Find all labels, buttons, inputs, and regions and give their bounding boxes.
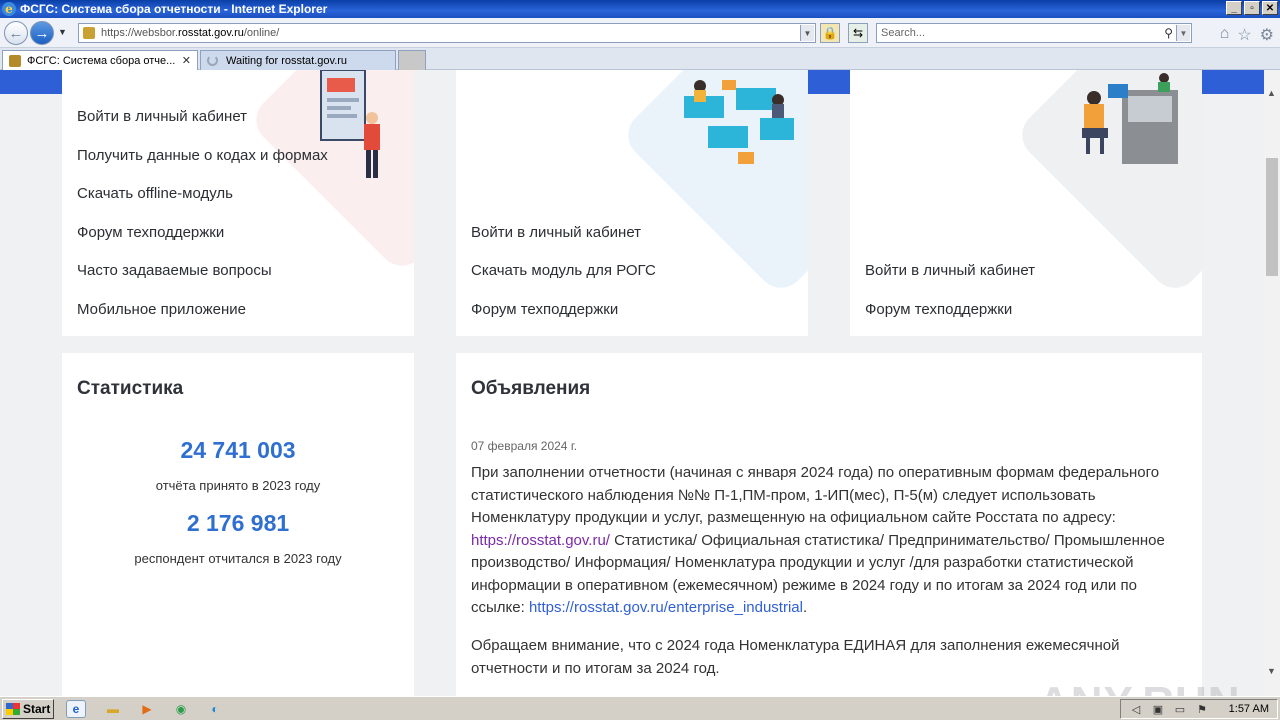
favorites-star-icon[interactable]: ☆: [1237, 25, 1251, 45]
settings-gear-icon[interactable]: ⚙: [1260, 25, 1274, 45]
card1-link-offline[interactable]: Скачать offline-модуль: [77, 185, 233, 202]
card-header-strip: [1202, 70, 1264, 94]
card2-link-download[interactable]: Скачать модуль для РОГС: [471, 262, 656, 279]
volume-icon[interactable]: ◁: [1129, 703, 1143, 716]
site-favicon-icon: [9, 54, 21, 67]
person-at-board-illustration: [320, 70, 380, 178]
system-tray: ◁ ▣ ▭ ⚑ 1:57 AM: [1120, 699, 1278, 719]
window-title: ФСГС: Система сбора отчетности - Interne…: [20, 2, 328, 16]
scroll-down-icon[interactable]: ▼: [1267, 666, 1276, 676]
reports-count: 24 741 003: [180, 437, 296, 463]
lock-icon[interactable]: 🔒: [820, 23, 840, 43]
card1-link-forum[interactable]: Форум техподдержки: [77, 224, 224, 241]
enterprise-industrial-link[interactable]: https://rosstat.gov.ru/enterprise_indust…: [529, 599, 803, 616]
explorer-folder-icon[interactable]: ▬: [103, 700, 123, 718]
minimize-button[interactable]: _: [1226, 1, 1242, 15]
close-window-button[interactable]: ✕: [1262, 1, 1278, 15]
tab-label: Waiting for rosstat.gov.ru: [226, 54, 348, 67]
edge-icon[interactable]: ◐: [205, 700, 225, 718]
system-clock[interactable]: 1:57 AM: [1229, 703, 1269, 715]
ie-logo-icon: e: [2, 2, 16, 16]
url-text: https://websbor.rosstat.gov.ru/online/: [101, 27, 280, 39]
arrow-left-icon: ←: [8, 24, 24, 42]
media-player-icon[interactable]: ▶: [137, 700, 157, 718]
address-bar[interactable]: https://websbor.rosstat.gov.ru/online/ ▼: [78, 23, 816, 43]
navigation-bar: ← → ▼ https://websbor.rosstat.gov.ru/onl…: [0, 18, 1280, 48]
announcement-paragraph-1: При заполнении отчетности (начиная с янв…: [471, 464, 1165, 616]
forward-button[interactable]: →: [30, 21, 54, 45]
search-placeholder: Search...: [881, 27, 926, 39]
window-titlebar: e ФСГС: Система сбора отчетности - Inter…: [0, 0, 1280, 18]
new-tab-button[interactable]: [398, 50, 426, 70]
announcement-paragraph-2: Обращаем внимание, что с 2024 года Номен…: [471, 637, 1120, 677]
windows-flag-icon: [6, 703, 20, 715]
office-workers-illustration: [684, 80, 794, 164]
card3-link-forum[interactable]: Форум техподдержки: [865, 301, 1012, 318]
card1-link-login[interactable]: Войти в личный кабинет: [77, 108, 247, 125]
service-card-respondents: Войти в личный кабинет Получить данные о…: [62, 70, 414, 336]
announcements-card: Объявления 07 февраля 2024 г. При заполн…: [456, 353, 1202, 696]
service-card-organizations: Войти в личный кабинет Форум техподдержк…: [850, 70, 1202, 336]
window-controls: _ ▫ ✕: [1226, 1, 1278, 15]
history-dropdown-icon[interactable]: ▼: [58, 27, 67, 37]
card-header-strip: [808, 70, 850, 94]
arrow-right-icon: →: [34, 24, 50, 42]
card1-link-codes[interactable]: Получить данные о кодах и формах: [77, 147, 328, 164]
close-tab-icon[interactable]: ✕: [182, 54, 191, 67]
card3-link-login[interactable]: Войти в личный кабинет: [865, 262, 1035, 279]
action-center-flag-icon[interactable]: ⚑: [1195, 703, 1209, 716]
statistics-title: Статистика: [77, 378, 184, 399]
tab-bar: ФСГС: Система сбора отче... ✕ Waiting fo…: [0, 48, 1280, 70]
respondents-caption: респондент отчитался в 2023 году: [134, 551, 342, 566]
tab-label: ФСГС: Система сбора отче...: [27, 54, 176, 67]
scrollbar-thumb[interactable]: [1266, 158, 1278, 276]
chrome-icon[interactable]: ◉: [171, 700, 191, 718]
service-card-rogs: Войти в личный кабинет Скачать модуль дл…: [456, 70, 808, 336]
search-icon[interactable]: ⚲: [1164, 26, 1173, 40]
announcements-title: Объявления: [471, 378, 591, 399]
card1-link-faq[interactable]: Часто задаваемые вопросы: [77, 262, 272, 279]
tab-active[interactable]: ФСГС: Система сбора отче... ✕: [2, 50, 198, 70]
tab-loading[interactable]: Waiting for rosstat.gov.ru: [200, 50, 396, 70]
search-dropdown-icon[interactable]: ▼: [1176, 25, 1190, 41]
site-favicon: [83, 27, 95, 39]
statistics-card: Статистика 24 741 003 отчёта принято в 2…: [62, 353, 414, 696]
back-button[interactable]: ←: [4, 21, 28, 45]
loading-spinner-icon: [207, 55, 218, 66]
windows-taskbar: Start e ▬ ▶ ◉ ◐ ◁ ▣ ▭ ⚑ 1:57 AM: [0, 696, 1280, 720]
anyrun-watermark: ANY.RUN: [1038, 678, 1241, 696]
card2-link-login[interactable]: Войти в личный кабинет: [471, 224, 641, 241]
toolbar-icons: ⌂ ☆ ⚙: [1220, 25, 1274, 45]
card1-link-mobile[interactable]: Мобильное приложение: [77, 301, 246, 318]
battery-icon[interactable]: ▭: [1173, 703, 1187, 716]
address-dropdown-icon[interactable]: ▼: [800, 25, 814, 41]
network-icon[interactable]: ▣: [1151, 703, 1165, 716]
page-viewport: Войти в личный кабинет Получить данные о…: [0, 70, 1264, 696]
start-label: Start: [23, 702, 51, 716]
reports-caption: отчёта принято в 2023 году: [155, 478, 321, 493]
rosstat-link[interactable]: https://rosstat.gov.ru/: [471, 532, 610, 549]
refresh-icon[interactable]: ⇆: [848, 23, 868, 43]
scroll-up-icon[interactable]: ▲: [1267, 88, 1276, 98]
announcement-date: 07 февраля 2024 г.: [471, 439, 578, 453]
home-icon[interactable]: ⌂: [1220, 25, 1230, 45]
workstation-illustration: [1082, 73, 1178, 164]
start-button[interactable]: Start: [2, 699, 54, 719]
search-box[interactable]: Search... ⚲ ▼: [876, 23, 1192, 43]
restore-button[interactable]: ▫: [1244, 1, 1260, 15]
respondents-count: 2 176 981: [186, 510, 290, 536]
card2-link-forum[interactable]: Форум техподдержки: [471, 301, 618, 318]
ie-taskbar-icon[interactable]: e: [66, 700, 86, 718]
vertical-scrollbar[interactable]: ▲ ▼: [1264, 70, 1280, 696]
